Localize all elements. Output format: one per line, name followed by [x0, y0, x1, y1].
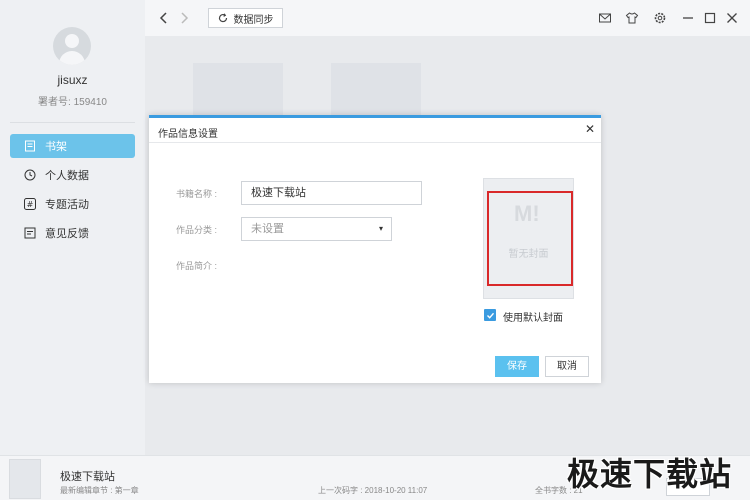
avatar[interactable] — [53, 27, 91, 65]
username: jisuxz — [57, 73, 88, 87]
dialog-divider — [149, 142, 601, 143]
sync-button[interactable]: 数据同步 — [208, 8, 283, 28]
top-toolbar: 数据同步 — [145, 0, 750, 36]
current-book-title: 极速下载站 — [60, 471, 115, 483]
sidebar-item-label: 意见反馈 — [45, 228, 89, 240]
sidebar-item-label: 个人数据 — [45, 170, 89, 182]
sidebar-item-events[interactable]: # 专题活动 — [10, 192, 135, 216]
intro-label: 作品简介 : — [176, 261, 218, 271]
maximize-icon[interactable] — [703, 11, 717, 25]
book-name-input[interactable]: 极速下载站 — [241, 181, 422, 205]
last-writing-time: 上一次码字 : 2018-10-20 11:07 — [318, 486, 428, 495]
svg-text:#: # — [27, 200, 34, 209]
check-icon — [486, 312, 494, 319]
sync-label: 数据同步 — [233, 14, 274, 26]
dialog-title: 作品信息设置 — [158, 129, 218, 140]
highlight-box — [487, 191, 573, 286]
hash-icon: # — [24, 198, 36, 210]
back-arrow-icon[interactable] — [157, 10, 171, 26]
sidebar-divider — [10, 122, 135, 123]
user-id: 署者号: 159410 — [38, 97, 107, 108]
bookshelf-icon — [24, 140, 36, 152]
sidebar-item-label: 书架 — [45, 141, 67, 153]
category-select[interactable]: 未设置 ▾ — [241, 217, 392, 241]
sidebar-item-feedback[interactable]: 意见反馈 — [10, 221, 135, 245]
cover-preview[interactable]: M! 暂无封面 — [483, 178, 574, 299]
watermark: 极速下载站 — [566, 456, 732, 492]
sidebar-item-bookshelf[interactable]: 书架 — [10, 134, 135, 158]
gear-icon[interactable] — [653, 11, 667, 25]
save-button[interactable]: 保存 — [495, 356, 539, 377]
sidebar: jisuxz 署者号: 159410 书架 个人数据 # 专题活动 意见反馈 — [0, 0, 145, 455]
sidebar-item-label: 专题活动 — [45, 199, 89, 211]
book-name-label: 书籍名称 : — [176, 189, 218, 199]
latest-chapter: 最新编辑章节 : 第一章 — [60, 486, 139, 495]
use-default-cover-checkbox[interactable] — [484, 309, 496, 321]
minimize-icon[interactable] — [681, 11, 695, 25]
sidebar-nav: 书架 个人数据 # 专题活动 意见反馈 — [10, 134, 135, 250]
feedback-icon — [24, 227, 36, 239]
clock-icon — [24, 169, 36, 181]
category-label: 作品分类 : — [176, 225, 218, 235]
chevron-down-icon: ▾ — [378, 224, 383, 233]
category-value: 未设置 — [251, 223, 284, 235]
forward-arrow-icon[interactable] — [177, 10, 191, 26]
sync-icon — [218, 13, 227, 23]
cancel-button[interactable]: 取消 — [545, 356, 589, 377]
use-default-cover-label[interactable]: 使用默认封面 — [503, 309, 563, 324]
book-thumbnail[interactable] — [9, 459, 41, 499]
close-icon[interactable]: ✕ — [585, 122, 595, 136]
sidebar-item-personal-data[interactable]: 个人数据 — [10, 163, 135, 187]
mail-icon[interactable] — [598, 11, 612, 25]
shirt-icon[interactable] — [625, 11, 639, 25]
close-icon[interactable] — [725, 11, 739, 25]
work-info-dialog: 作品信息设置 ✕ 书籍名称 : 极速下载站 作品分类 : 未设置 ▾ 作品简介 … — [149, 115, 601, 383]
